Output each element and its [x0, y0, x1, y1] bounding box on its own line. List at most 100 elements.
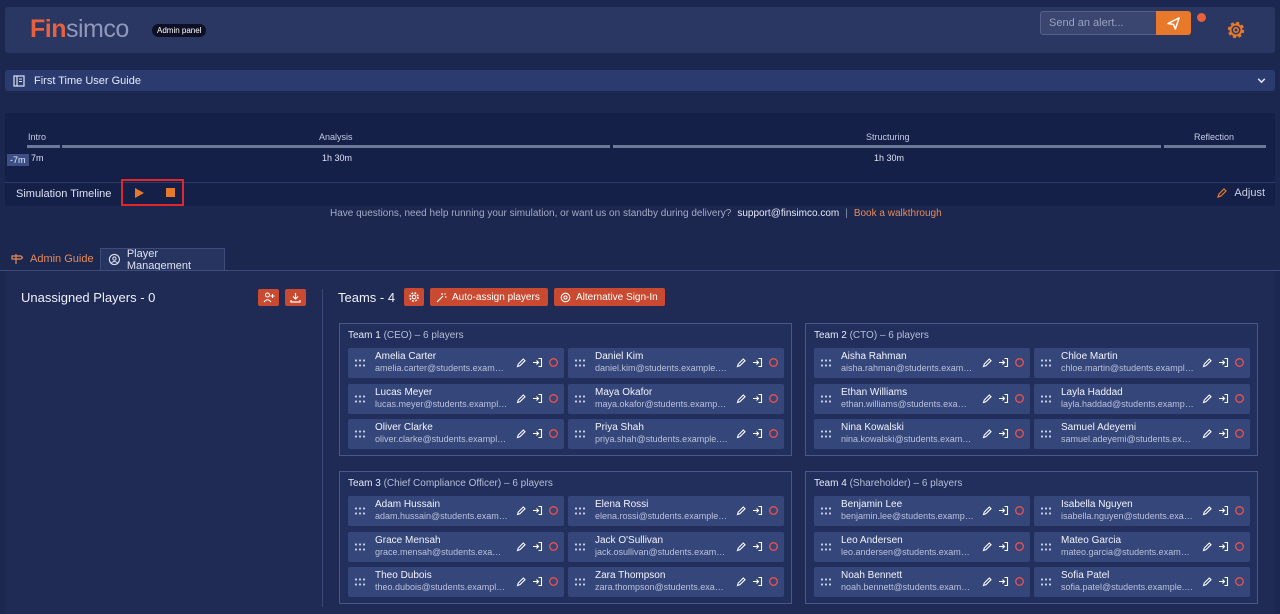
player-card[interactable]: Oliver Clarke oliver.clarke@students.exam…: [348, 419, 564, 449]
drag-handle-icon[interactable]: [574, 393, 586, 405]
edit-pencil-icon[interactable]: [982, 357, 993, 368]
edit-pencil-icon[interactable]: [1202, 428, 1213, 439]
support-email-link[interactable]: support@finsimco.com: [737, 208, 839, 219]
drag-handle-icon[interactable]: [820, 428, 832, 440]
edit-pencil-icon[interactable]: [736, 505, 747, 516]
play-icon[interactable]: [133, 187, 145, 199]
player-card[interactable]: Nina Kowalski nina.kowalski@students.exam…: [814, 419, 1030, 449]
status-circle-icon[interactable]: [1014, 541, 1025, 552]
status-circle-icon[interactable]: [1234, 576, 1245, 587]
drag-handle-icon[interactable]: [1040, 357, 1052, 369]
drag-handle-icon[interactable]: [354, 505, 366, 517]
player-card[interactable]: Adam Hussain adam.hussain@students.exampl…: [348, 496, 564, 526]
drag-handle-icon[interactable]: [1040, 393, 1052, 405]
login-as-icon[interactable]: [532, 428, 543, 439]
login-as-icon[interactable]: [752, 393, 763, 404]
status-circle-icon[interactable]: [768, 505, 779, 516]
status-circle-icon[interactable]: [768, 541, 779, 552]
status-circle-icon[interactable]: [1014, 576, 1025, 587]
drag-handle-icon[interactable]: [1040, 428, 1052, 440]
login-as-icon[interactable]: [752, 576, 763, 587]
status-circle-icon[interactable]: [768, 393, 779, 404]
status-circle-icon[interactable]: [548, 357, 559, 368]
login-as-icon[interactable]: [1218, 393, 1229, 404]
status-circle-icon[interactable]: [1234, 505, 1245, 516]
edit-pencil-icon[interactable]: [736, 576, 747, 587]
status-circle-icon[interactable]: [1234, 541, 1245, 552]
login-as-icon[interactable]: [998, 576, 1009, 587]
player-card[interactable]: Elena Rossi elena.rossi@students.example.…: [568, 496, 784, 526]
player-card[interactable]: Chloe Martin chloe.martin@students.exampl…: [1034, 348, 1250, 378]
edit-pencil-icon[interactable]: [516, 505, 527, 516]
book-walkthrough-link[interactable]: Book a walkthrough: [854, 208, 942, 219]
login-as-icon[interactable]: [532, 505, 543, 516]
edit-pencil-icon[interactable]: [736, 428, 747, 439]
drag-handle-icon[interactable]: [354, 576, 366, 588]
teams-settings-button[interactable]: [404, 288, 424, 306]
login-as-icon[interactable]: [752, 505, 763, 516]
chevron-down-icon[interactable]: [1256, 75, 1267, 86]
add-player-button[interactable]: [258, 289, 279, 306]
login-as-icon[interactable]: [998, 393, 1009, 404]
drag-handle-icon[interactable]: [820, 576, 832, 588]
login-as-icon[interactable]: [998, 505, 1009, 516]
login-as-icon[interactable]: [752, 541, 763, 552]
edit-pencil-icon[interactable]: [982, 393, 993, 404]
edit-pencil-icon[interactable]: [1202, 393, 1213, 404]
login-as-icon[interactable]: [532, 393, 543, 404]
first-time-guide-bar[interactable]: First Time User Guide: [5, 70, 1275, 91]
edit-pencil-icon[interactable]: [516, 576, 527, 587]
status-circle-icon[interactable]: [1014, 428, 1025, 439]
edit-pencil-icon[interactable]: [516, 541, 527, 552]
player-card[interactable]: Maya Okafor maya.okafor@students.example.…: [568, 384, 784, 414]
edit-pencil-icon[interactable]: [1202, 505, 1213, 516]
send-alert-button[interactable]: [1156, 11, 1191, 35]
player-card[interactable]: Mateo Garcia mateo.garcia@students.exampl…: [1034, 532, 1250, 562]
edit-pencil-icon[interactable]: [1202, 357, 1213, 368]
drag-handle-icon[interactable]: [574, 576, 586, 588]
player-card[interactable]: Priya Shah priya.shah@students.example.co…: [568, 419, 784, 449]
player-card[interactable]: Grace Mensah grace.mensah@students.exampl…: [348, 532, 564, 562]
download-players-button[interactable]: [285, 289, 306, 306]
drag-handle-icon[interactable]: [820, 357, 832, 369]
status-circle-icon[interactable]: [1234, 357, 1245, 368]
drag-handle-icon[interactable]: [1040, 505, 1052, 517]
drag-handle-icon[interactable]: [1040, 541, 1052, 553]
drag-handle-icon[interactable]: [820, 393, 832, 405]
login-as-icon[interactable]: [752, 428, 763, 439]
edit-pencil-icon[interactable]: [982, 541, 993, 552]
status-circle-icon[interactable]: [548, 393, 559, 404]
drag-handle-icon[interactable]: [354, 357, 366, 369]
notification-dot-icon[interactable]: [1197, 13, 1206, 22]
status-circle-icon[interactable]: [548, 505, 559, 516]
edit-pencil-icon[interactable]: [736, 393, 747, 404]
drag-handle-icon[interactable]: [354, 393, 366, 405]
drag-handle-icon[interactable]: [354, 428, 366, 440]
login-as-icon[interactable]: [998, 357, 1009, 368]
edit-pencil-icon[interactable]: [1202, 576, 1213, 587]
player-card[interactable]: Layla Haddad layla.haddad@students.exampl…: [1034, 384, 1250, 414]
login-as-icon[interactable]: [998, 428, 1009, 439]
alternative-sign-in-button[interactable]: Alternative Sign-In: [554, 288, 665, 306]
edit-pencil-icon[interactable]: [736, 357, 747, 368]
status-circle-icon[interactable]: [1014, 393, 1025, 404]
edit-pencil-icon[interactable]: [982, 576, 993, 587]
status-circle-icon[interactable]: [548, 428, 559, 439]
auto-assign-button[interactable]: Auto-assign players: [430, 288, 548, 306]
player-card[interactable]: Benjamin Lee benjamin.lee@students.exampl…: [814, 496, 1030, 526]
login-as-icon[interactable]: [752, 357, 763, 368]
drag-handle-icon[interactable]: [354, 541, 366, 553]
player-card[interactable]: Samuel Adeyemi samuel.adeyemi@students.ex…: [1034, 419, 1250, 449]
drag-handle-icon[interactable]: [574, 357, 586, 369]
status-circle-icon[interactable]: [1234, 393, 1245, 404]
login-as-icon[interactable]: [532, 576, 543, 587]
player-card[interactable]: Sofia Patel sofia.patel@students.example.…: [1034, 567, 1250, 597]
player-card[interactable]: Noah Bennett noah.bennett@students.exampl…: [814, 567, 1030, 597]
status-circle-icon[interactable]: [548, 541, 559, 552]
drag-handle-icon[interactable]: [574, 505, 586, 517]
edit-pencil-icon[interactable]: [982, 505, 993, 516]
drag-handle-icon[interactable]: [574, 428, 586, 440]
login-as-icon[interactable]: [1218, 357, 1229, 368]
edit-pencil-icon[interactable]: [516, 428, 527, 439]
player-card[interactable]: Aisha Rahman aisha.rahman@students.exampl…: [814, 348, 1030, 378]
